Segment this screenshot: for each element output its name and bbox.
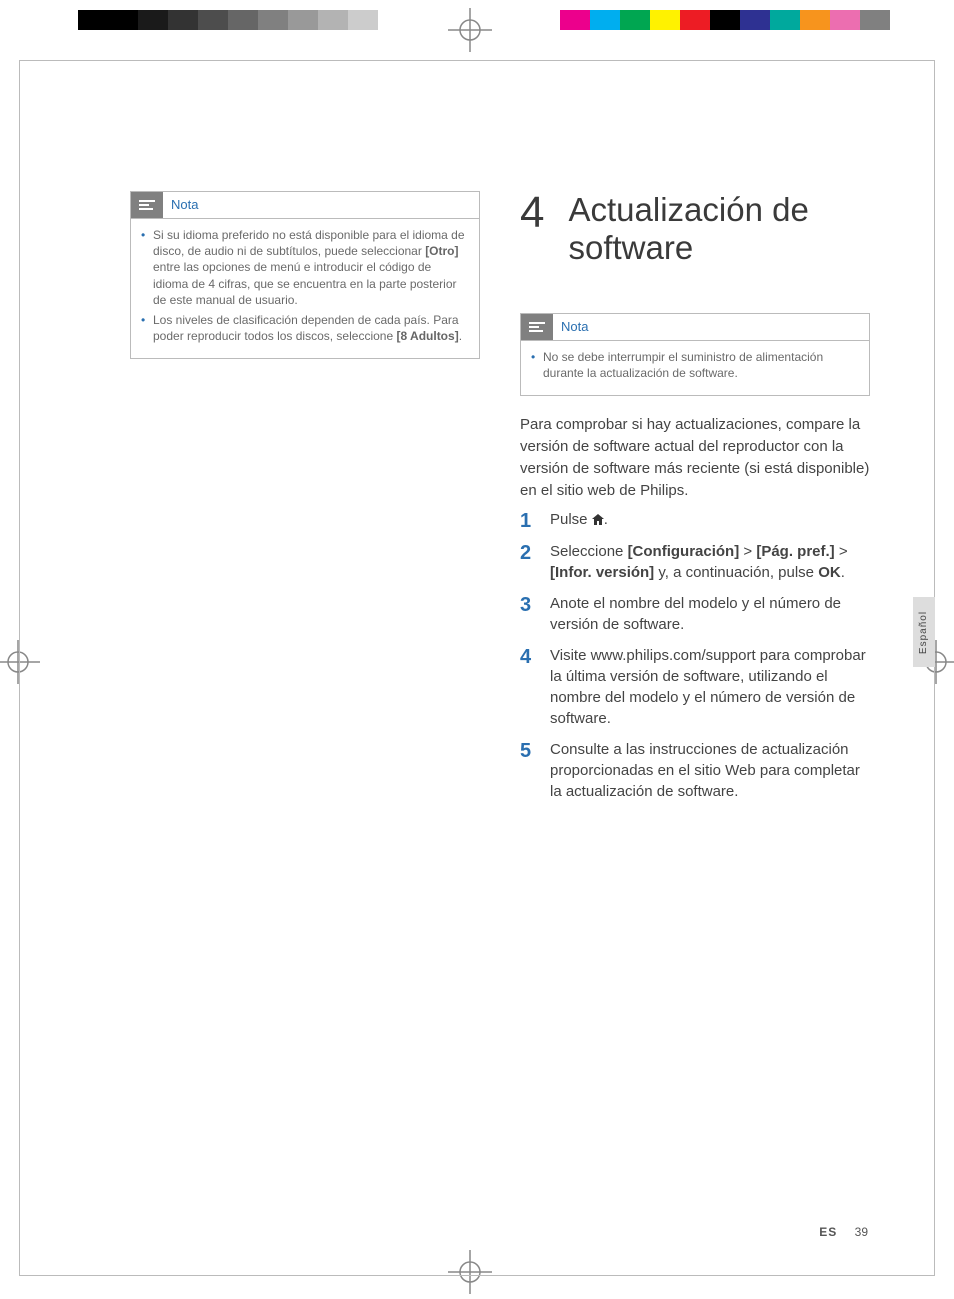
step-item: Seleccione [Configuración] > [Pág. pref.… — [520, 541, 870, 583]
step-item: Consulte a las instrucciones de actualiz… — [520, 739, 870, 802]
chapter-number: 4 — [520, 191, 544, 267]
footer-page-number: 39 — [855, 1225, 868, 1239]
right-column: 4 Actualización de software Nota No se d… — [520, 191, 870, 812]
steps-list: Pulse . Seleccione [Configuración] > [Pá… — [520, 509, 870, 802]
left-column: Nota Si su idioma preferido no está disp… — [130, 191, 480, 812]
chapter-title: Actualización de software — [568, 191, 870, 267]
step-item: Visite www.philips.com/support para comp… — [520, 645, 870, 729]
note-header: Nota — [131, 192, 479, 218]
language-tab: Español — [913, 597, 935, 667]
note-icon — [131, 192, 163, 218]
footer-lang: ES — [819, 1225, 837, 1239]
print-color-bar-greyscale — [78, 10, 408, 30]
print-color-bar-process — [560, 10, 890, 30]
page-frame: Nota Si su idioma preferido no está disp… — [19, 60, 935, 1276]
chapter-heading: 4 Actualización de software — [520, 191, 870, 267]
language-tab-label: Español — [919, 610, 930, 653]
intro-paragraph: Para comprobar si hay actualizaciones, c… — [520, 414, 870, 501]
note-item: No se debe interrumpir el suministro de … — [531, 349, 859, 381]
note-item: Los niveles de clasificación dependen de… — [141, 312, 469, 344]
note-item: Si su idioma preferido no está disponibl… — [141, 227, 469, 308]
note-icon — [521, 314, 553, 340]
note-body: Si su idioma preferido no está disponibl… — [131, 218, 479, 358]
step-item: Pulse . — [520, 509, 870, 531]
home-icon — [592, 510, 604, 531]
step-item: Anote el nombre del modelo y el número d… — [520, 593, 870, 635]
registration-mark-icon — [448, 8, 492, 52]
page-footer: ES 39 — [819, 1225, 868, 1239]
note-title: Nota — [561, 318, 588, 336]
note-header: Nota — [521, 314, 869, 340]
note-body: No se debe interrumpir el suministro de … — [521, 340, 869, 395]
note-title: Nota — [171, 196, 198, 214]
note-box: Nota No se debe interrumpir el suministr… — [520, 313, 870, 396]
note-box: Nota Si su idioma preferido no está disp… — [130, 191, 480, 359]
